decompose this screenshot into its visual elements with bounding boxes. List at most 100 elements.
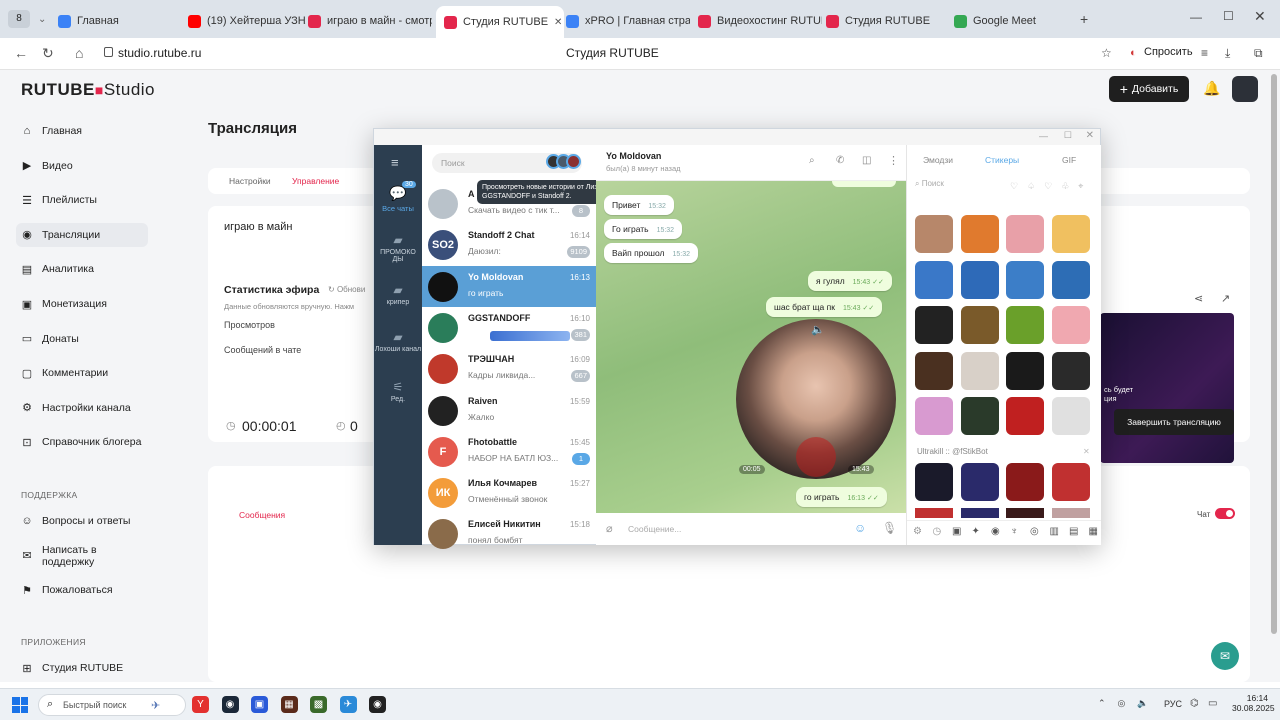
conv-name[interactable]: Yo Moldovan xyxy=(606,151,661,161)
tab-manage[interactable]: Управление xyxy=(292,176,339,186)
sticker[interactable] xyxy=(960,215,999,253)
sidebar-item-comments[interactable]: ▢ Комментарии xyxy=(16,361,148,385)
help-chat-icon[interactable]: ✉ xyxy=(1211,642,1239,670)
game-icon[interactable]: ▦ xyxy=(280,696,298,713)
sticker-search[interactable]: ⌕ Поиск xyxy=(915,179,1005,195)
tab-close-icon[interactable]: ✕ xyxy=(554,17,562,28)
refresh-button[interactable]: ↻ Обнови xyxy=(328,285,365,294)
tg-folder[interactable]: ⚟ Ред. xyxy=(374,380,422,403)
microphone-icon[interactable]: 🎙 xyxy=(882,521,897,535)
sticker[interactable] xyxy=(1051,351,1090,390)
tg-close-button[interactable]: ✕ xyxy=(1086,130,1094,141)
sticker[interactable] xyxy=(1006,260,1044,299)
tg-chat-item[interactable]: SO2 Standoff 2 Chat Даюзил: 16:14 9109 xyxy=(422,224,596,265)
tray-icons[interactable]: ⌃◎🔈 xyxy=(1098,698,1161,709)
wifi-icon[interactable]: ⌬ xyxy=(1190,698,1199,709)
clock[interactable]: 16:14 30.08.2025 xyxy=(1232,693,1275,713)
tg-chat-item[interactable]: Елисей Никитин понял бомбят 15:18 xyxy=(422,513,596,554)
obs-icon[interactable]: ◉ xyxy=(369,696,386,713)
sticker-tab-gif[interactable]: GIF xyxy=(1062,155,1076,165)
sticker[interactable] xyxy=(915,463,953,501)
sidebar-item-gear[interactable]: ⚙ Настройки канала xyxy=(16,396,148,420)
battery-icon[interactable]: ▭ xyxy=(1208,698,1217,709)
sticker-set-icon[interactable]: ▦ xyxy=(1089,526,1098,537)
call-icon[interactable]: ✆ xyxy=(836,155,844,166)
message-bubble[interactable]: шас брат ща пк 15:43 ✓✓ xyxy=(766,297,883,317)
more-icon[interactable]: ⋮ xyxy=(888,154,899,167)
sticker[interactable] xyxy=(1006,215,1044,253)
app-icon[interactable]: ▣ xyxy=(251,696,268,713)
maximize-button[interactable]: ☐ xyxy=(1223,9,1234,23)
tg-folder[interactable]: ▰ крипер xyxy=(374,283,422,306)
sticker[interactable] xyxy=(1006,351,1044,390)
downloads-icon[interactable]: ⤓ xyxy=(1225,46,1230,61)
message-bubble[interactable]: Вайп прошол 15:32 xyxy=(604,243,699,263)
bell-icon[interactable]: 🔔 xyxy=(1203,80,1220,97)
emoji-icon[interactable]: ☺ xyxy=(854,521,866,535)
tab-settings[interactable]: Настройки xyxy=(229,176,271,186)
sidebar-item-money[interactable]: ▣ Монетизация xyxy=(16,292,148,316)
sticker[interactable] xyxy=(915,351,953,390)
sidebar-item-home[interactable]: ⌂ Главная xyxy=(16,119,148,143)
tab-count[interactable]: 8 xyxy=(8,10,30,28)
sticker[interactable] xyxy=(960,397,999,435)
tg-maximize-button[interactable]: ☐ xyxy=(1064,130,1072,141)
page-scrollbar[interactable] xyxy=(1268,70,1280,682)
browser-tab[interactable]: Видеохостинг RUTUBE. xyxy=(698,8,822,34)
tg-folder[interactable]: ▰ ПРОМОКО ДЫ xyxy=(374,233,422,263)
sticker[interactable] xyxy=(1006,397,1044,435)
tab-list-icon[interactable]: ⌄ xyxy=(38,14,46,25)
tg-minimize-button[interactable]: — xyxy=(1039,131,1048,141)
studio-logo[interactable]: RUTUBE■Studio xyxy=(21,80,155,100)
sticker-set-icon[interactable]: ◉ xyxy=(991,526,1000,537)
browser-tab[interactable]: играю в майн - смотрет xyxy=(308,8,432,34)
home-icon[interactable]: ⌂ xyxy=(75,46,83,60)
sticker-set-icon[interactable]: ◎ xyxy=(1030,526,1039,537)
sidebar-item-broadcast[interactable]: ◉ Трансляции xyxy=(16,222,148,247)
sticker[interactable] xyxy=(1051,463,1090,501)
sidebar-item-book[interactable]: ⊡ Справочник блогера xyxy=(16,430,148,454)
sticker-category-icons[interactable]: ♡♤♡♧⌖ xyxy=(1010,181,1092,192)
chat-toggle[interactable] xyxy=(1215,508,1235,519)
message-bubble[interactable]: Го играть 15:32 xyxy=(604,219,683,239)
browser-tab[interactable]: (19) Хейтерша УЗНАЛА xyxy=(188,8,306,34)
video-message[interactable]: 🔈 xyxy=(736,319,896,479)
browser-tab[interactable]: xPRO | Главная страниц xyxy=(566,8,690,34)
external-link-icon[interactable]: ↗ xyxy=(1221,292,1230,305)
sticker[interactable] xyxy=(960,508,999,518)
sticker-set-icon[interactable]: ♆ xyxy=(1011,526,1019,537)
new-tab-button[interactable]: + xyxy=(1080,11,1088,27)
muted-speaker-icon[interactable]: 🔈 xyxy=(811,323,825,336)
sidebar-item-playlist[interactable]: ☰ Плейлисты xyxy=(16,188,148,212)
sidebar-icon[interactable]: ⧉ xyxy=(1254,46,1263,61)
scroll-thumb[interactable] xyxy=(1271,74,1277,634)
sticker[interactable] xyxy=(1051,508,1090,518)
sidebar-item-analytics[interactable]: ▤ Аналитика xyxy=(16,257,148,281)
support-item[interactable]: ⚑ Пожаловаться xyxy=(16,578,148,602)
tg-chat-item[interactable]: ИК Илья Кочмарев Отменённый звонок 15:27 xyxy=(422,472,596,513)
sticker-set-icon[interactable]: ▤ xyxy=(1069,526,1078,537)
sticker-set-icon[interactable]: ▣ xyxy=(952,526,961,537)
share-icon[interactable]: ⋖ xyxy=(1194,292,1203,305)
sticker[interactable] xyxy=(1006,463,1044,501)
bookmark-icon[interactable]: ☆ xyxy=(1101,46,1112,60)
tg-chat-item[interactable]: Yo Moldovan го играть 16:13 xyxy=(422,265,596,307)
browser-tab[interactable]: Главная xyxy=(58,8,150,34)
back-icon[interactable]: ← xyxy=(14,46,28,60)
ask-alice-icon[interactable]: ◐ xyxy=(1130,47,1137,59)
recent-stickers-icon[interactable]: ◷ xyxy=(933,526,942,537)
message-input[interactable]: Сообщение... xyxy=(628,524,681,534)
sticker-tab-stickers[interactable]: Стикеры xyxy=(985,155,1019,165)
tg-chat-item[interactable]: Raiven Жалко 15:59 xyxy=(422,390,596,431)
sticker[interactable] xyxy=(1006,508,1044,518)
app-item[interactable]: ⊞ Студия RUTUBE xyxy=(16,656,148,680)
messages-tab[interactable]: Сообщения xyxy=(239,510,285,520)
close-window-button[interactable]: ✕ xyxy=(1254,8,1266,25)
sticker-pack-close-icon[interactable]: ✕ xyxy=(1083,447,1090,456)
conv-search-icon[interactable]: ⌕ xyxy=(809,155,815,166)
lock-icon[interactable] xyxy=(104,47,113,57)
side-panel-icon[interactable]: ◫ xyxy=(862,155,871,166)
sticker[interactable] xyxy=(1051,215,1090,253)
sticker[interactable] xyxy=(915,508,953,518)
menu-icon[interactable]: ≡ xyxy=(1201,46,1208,60)
